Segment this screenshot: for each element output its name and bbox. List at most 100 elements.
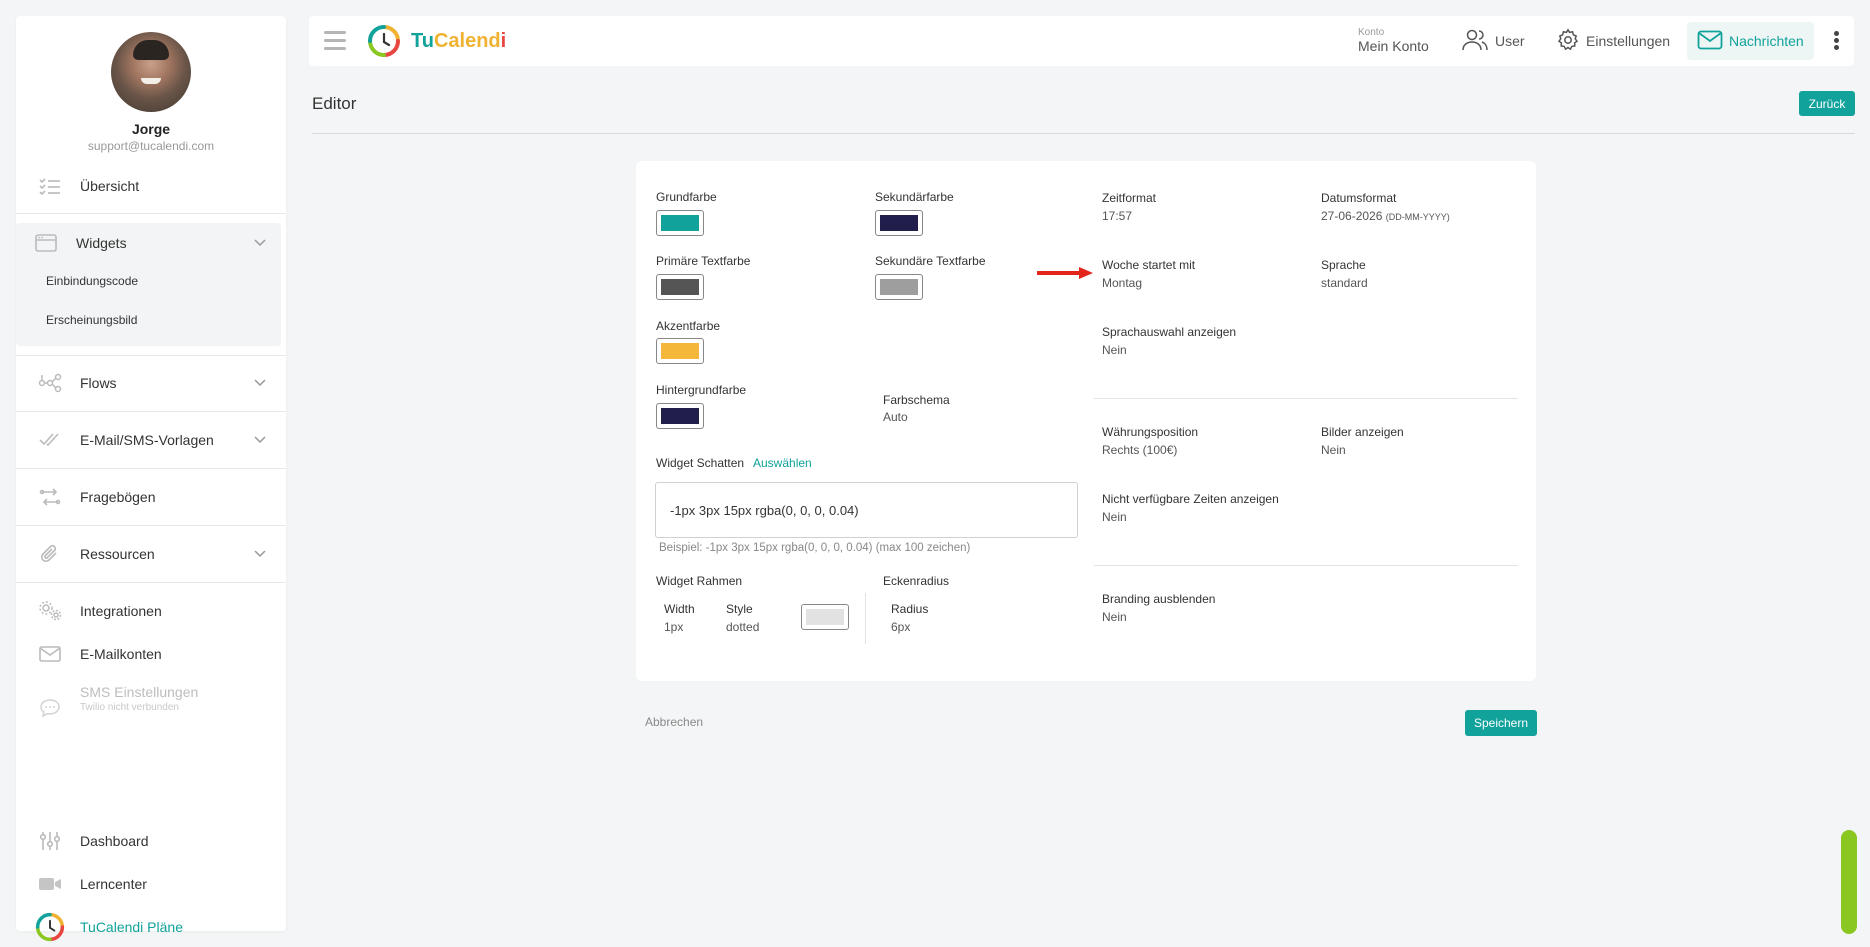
sprachauswahl-value[interactable]: Nein (1102, 343, 1127, 357)
sidebar-item-vorlagen[interactable]: E-Mail/SMS-Vorlagen (16, 420, 286, 460)
sidebar-item-label: Widgets (76, 235, 127, 251)
window-icon (34, 231, 58, 255)
rahmen-style-value[interactable]: dotted (726, 620, 759, 634)
sidebar-item-emailkonten[interactable]: E-Mailkonten (16, 634, 286, 674)
sidebar-item-flows[interactable]: Flows (16, 363, 286, 403)
sidebar-item-label: Ressourcen (80, 546, 155, 562)
hintergrundfarbe-label: Hintergrundfarbe (656, 383, 747, 397)
chevron-down-icon (254, 431, 266, 449)
branding-value[interactable]: Nein (1102, 610, 1127, 624)
waehrungsposition-value[interactable]: Rechts (100€) (1102, 443, 1177, 457)
sprachauswahl-label: Sprachauswahl anzeigen (1102, 325, 1237, 339)
more-vertical-icon[interactable] (1834, 31, 1840, 52)
datumsformat-value[interactable]: 27-06-2026 (DD-MM-YYYY) (1321, 209, 1450, 223)
sidebar-item-plaene[interactable]: TuCalendi Pläne (16, 907, 286, 947)
akzentfarbe-label: Akzentfarbe (656, 319, 721, 333)
user-link-label: User (1495, 33, 1525, 49)
sidebar-item-frageboegen[interactable]: Fragebögen (16, 477, 286, 517)
nicht-verfuegbar-value[interactable]: Nein (1102, 510, 1127, 524)
rahmen-color-swatch[interactable] (801, 604, 849, 630)
color-fill (880, 279, 918, 295)
farbschema-label: Farbschema (883, 393, 950, 407)
color-fill (661, 343, 699, 359)
branding-label: Branding ausblenden (1102, 592, 1216, 606)
sidebar-item-label: E-Mail/SMS-Vorlagen (80, 432, 214, 448)
red-arrow-icon (1036, 266, 1095, 285)
user-link[interactable]: User (1461, 16, 1525, 66)
sidebar-subitem-einbindungscode[interactable]: Einbindungscode (46, 274, 138, 288)
scrollbar-thumb[interactable] (1841, 830, 1857, 934)
bilder-value[interactable]: Nein (1321, 443, 1346, 457)
sprache-label: Sprache (1321, 258, 1366, 272)
video-camera-icon (38, 872, 62, 896)
color-fill (661, 279, 699, 295)
flow-nodes-icon (38, 371, 62, 395)
sidebar-item-lerncenter[interactable]: Lerncenter (16, 864, 286, 904)
farbschema-value[interactable]: Auto (883, 410, 908, 424)
akzentfarbe-swatch[interactable] (656, 338, 704, 364)
sekundaerfarbe-swatch[interactable] (875, 210, 923, 236)
sekundaere-textfarbe-swatch[interactable] (875, 274, 923, 300)
rahmen-width-value[interactable]: 1px (664, 620, 683, 634)
brand-part: Calend (433, 30, 501, 52)
zeitformat-value[interactable]: 17:57 (1102, 209, 1132, 223)
sidebar-item-uebersicht[interactable]: Übersicht (16, 166, 286, 206)
avatar[interactable] (111, 32, 191, 112)
divider (16, 213, 286, 214)
save-button[interactable]: Speichern (1465, 710, 1537, 736)
color-fill (880, 215, 918, 231)
waehrungsposition-label: Währungsposition (1102, 425, 1199, 439)
sidebar-item-dashboard[interactable]: Dashboard (16, 821, 286, 861)
divider (1094, 398, 1518, 399)
sidebar-item-label: Dashboard (80, 833, 149, 849)
sidebar-item-label: Integrationen (80, 603, 162, 619)
woche-value[interactable]: Montag (1102, 276, 1142, 290)
sprache-value[interactable]: standard (1321, 276, 1368, 290)
account-caption: Konto (1358, 27, 1385, 38)
profile-name: Jorge (131, 121, 171, 137)
sekundaere-textfarbe-label: Sekundäre Textfarbe (875, 254, 986, 268)
widget-rahmen-label: Widget Rahmen (656, 574, 743, 588)
profile-email: support@tucalendi.com (87, 139, 215, 153)
woche-label: Woche startet mit (1102, 258, 1196, 272)
sidebar-subitem-erscheinungsbild[interactable]: Erscheinungsbild (46, 313, 137, 327)
sidebar-item-label: TuCalendi Pläne (80, 919, 183, 935)
divider (16, 411, 286, 412)
bilder-label: Bilder anzeigen (1321, 425, 1404, 439)
sidebar-item-integrationen[interactable]: Integrationen (16, 591, 286, 631)
sidebar-item-widgets[interactable]: Widgets (16, 223, 281, 263)
primaere-textfarbe-swatch[interactable] (656, 274, 704, 300)
sidebar-item-ressourcen[interactable]: Ressourcen (16, 534, 286, 574)
widget-schatten-input[interactable]: -1px 3px 15px rgba(0, 0, 0, 0.04) (655, 482, 1078, 538)
tucalendi-logo-icon (35, 912, 65, 942)
datumsformat-date: 27-06-2026 (1321, 209, 1383, 223)
datumsformat-pattern: (DD-MM-YYYY) (1385, 212, 1450, 222)
rahmen-width-label: Width (664, 602, 695, 616)
back-button[interactable]: Zurück (1799, 91, 1855, 116)
brand-part: i (500, 30, 507, 52)
divider (16, 468, 286, 469)
eckenradius-label: Eckenradius (883, 574, 950, 588)
users-icon (1461, 28, 1495, 55)
settings-link[interactable]: Einstellungen (1556, 16, 1670, 66)
double-check-icon (38, 428, 62, 452)
radius-value[interactable]: 6px (891, 620, 910, 634)
account-menu[interactable]: Konto Mein Konto (1358, 27, 1429, 55)
divider (16, 582, 286, 583)
list-check-icon (38, 174, 62, 198)
sekundaerfarbe-label: Sekundärfarbe (875, 190, 954, 204)
envelope-icon (38, 642, 62, 666)
menu-icon[interactable] (324, 31, 346, 51)
account-label: Mein Konto (1358, 38, 1429, 54)
cancel-button[interactable]: Abbrechen (645, 715, 703, 729)
grundfarbe-swatch[interactable] (656, 210, 704, 236)
radius-label: Radius (891, 602, 929, 616)
color-fill (806, 609, 844, 625)
tucalendi-logo-icon[interactable] (367, 24, 401, 58)
sidebar-item-label: Lerncenter (80, 876, 147, 892)
hintergrundfarbe-swatch[interactable] (656, 403, 704, 429)
settings-link-label: Einstellungen (1586, 33, 1671, 49)
auswaehlen-link[interactable]: Auswählen (753, 456, 812, 470)
messages-link[interactable]: Nachrichten (1687, 22, 1814, 60)
chat-bubble-icon (38, 696, 62, 720)
